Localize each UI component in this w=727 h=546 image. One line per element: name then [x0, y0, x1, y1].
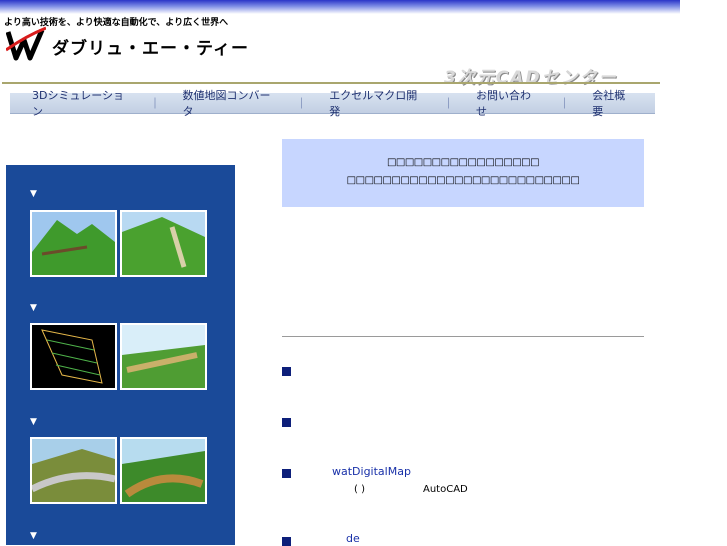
- watdigitalmap-link[interactable]: watDigitalMap: [332, 465, 411, 478]
- info-box: □□□□□□□□□□□□□□□□□ □□□□□□□□□□□□□□□□□□□□□□…: [282, 139, 644, 207]
- nav-item-excel-macro[interactable]: エクセルマクロ開発: [307, 87, 443, 119]
- bullet-icon: [282, 367, 291, 376]
- nav-item-3d-simulation[interactable]: 3Dシミュレーション: [10, 87, 150, 119]
- nav-separator: ｜: [296, 97, 308, 110]
- thumbnail-road-3[interactable]: [120, 437, 207, 504]
- bullet-icon: [282, 418, 291, 427]
- info-box-line-1: □□□□□□□□□□□□□□□□□: [386, 157, 540, 168]
- header-divider: [2, 82, 660, 84]
- nav-separator: ｜: [443, 97, 455, 110]
- info-box-line-2: □□□□□□□□□□□□□□□□□□□□□□□□□□: [346, 175, 580, 186]
- bullet-icon: [282, 469, 291, 478]
- arrow-down-icon: ▼: [30, 303, 37, 313]
- nav-item-company[interactable]: 会社概要: [570, 87, 655, 119]
- top-gradient-band: [0, 0, 680, 14]
- main-nav: 3Dシミュレーション ｜ 数値地図コンバータ ｜ エクセルマクロ開発 ｜ お問い…: [10, 89, 655, 118]
- arrow-down-icon: ▼: [30, 417, 37, 427]
- thumbnail-wireframe[interactable]: [30, 323, 117, 390]
- content-divider: [282, 336, 644, 337]
- thumbnail-terrain-2[interactable]: [120, 210, 207, 277]
- sidebar-gallery: ▼ ▼ ▼ ▼: [6, 165, 235, 545]
- list-item-link[interactable]: de: [346, 532, 360, 545]
- nav-separator: ｜: [149, 97, 161, 110]
- thumbnail-road-1[interactable]: [120, 323, 207, 390]
- thumbnail-terrain-1[interactable]: [30, 210, 117, 277]
- company-name: ダブリュ・エー・ティー: [52, 39, 249, 59]
- nav-separator: ｜: [559, 97, 571, 110]
- thumbnail-road-2[interactable]: [30, 437, 117, 504]
- arrow-down-icon: ▼: [30, 531, 37, 541]
- autocad-label: AutoCAD: [423, 484, 468, 495]
- product-parenthetical: ( ): [354, 484, 365, 495]
- page-title: 3次元CADセンター: [444, 68, 618, 88]
- nav-item-map-converter[interactable]: 数値地図コンバータ: [161, 87, 297, 119]
- nav-item-contact[interactable]: お問い合わせ: [454, 87, 559, 119]
- company-logo-w: [6, 26, 46, 61]
- arrow-down-icon: ▼: [30, 189, 37, 199]
